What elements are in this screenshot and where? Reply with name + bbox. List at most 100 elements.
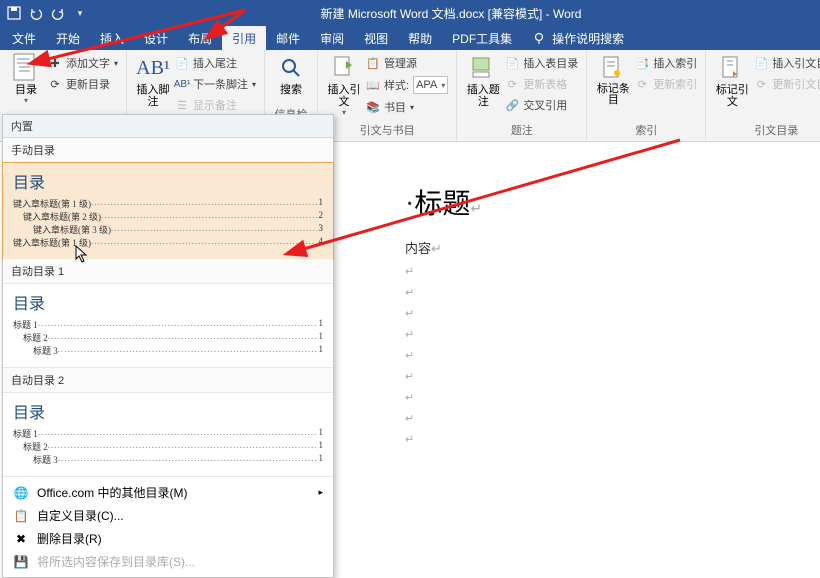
style-icon: 📖 bbox=[366, 78, 380, 92]
paragraph-mark: ↵ bbox=[405, 391, 725, 404]
citation-icon bbox=[330, 54, 358, 82]
office-icon: 🌐 bbox=[13, 485, 29, 501]
dd-save-gallery: 💾将所选内容保存到目录库(S)... bbox=[3, 550, 333, 573]
next-footnote-icon: AB¹ bbox=[175, 77, 189, 91]
qat-dropdown-icon[interactable]: ▾ bbox=[72, 5, 88, 21]
toc-button[interactable]: 目录 ▾ bbox=[6, 52, 46, 105]
show-notes-button[interactable]: ☰显示备注 bbox=[173, 96, 258, 114]
document-body[interactable]: 内容↵ bbox=[405, 238, 725, 257]
dd-custom-toc[interactable]: 📋自定义目录(C)... bbox=[3, 504, 333, 527]
undo-icon[interactable] bbox=[28, 5, 44, 21]
tab-layout[interactable]: 布局 bbox=[178, 26, 222, 50]
chevron-down-icon: ▾ bbox=[24, 96, 28, 105]
toc-preview-auto1[interactable]: 目录 标题 1.................................… bbox=[3, 284, 333, 368]
paragraph-mark: ↵ bbox=[405, 328, 725, 341]
show-notes-icon: ☰ bbox=[175, 98, 189, 112]
paragraph-mark: ↵ bbox=[405, 307, 725, 320]
crossref-button[interactable]: 🔗交叉引用 bbox=[503, 96, 580, 114]
group-citations-label: 引文与书目 bbox=[324, 120, 450, 141]
tab-mailings[interactable]: 邮件 bbox=[266, 26, 310, 50]
toc-preview-line: 标题 3....................................… bbox=[13, 344, 323, 357]
search-icon bbox=[277, 54, 305, 82]
toc-button-label: 目录 bbox=[15, 84, 37, 96]
tab-insert[interactable]: 插入 bbox=[90, 26, 134, 50]
bibliography-button[interactable]: 📚书目 ▾ bbox=[364, 98, 450, 116]
tab-pdftools[interactable]: PDF工具集 bbox=[442, 26, 522, 50]
add-text-button[interactable]: ✚添加文字 ▾ bbox=[46, 54, 120, 72]
toc-preview-line: 键入章标题(第 1 级)............................… bbox=[13, 197, 323, 210]
quick-access-toolbar: ▾ bbox=[6, 5, 88, 21]
dd-section-auto2: 自动目录 2 bbox=[3, 368, 333, 393]
mark-entry-label: 标记条目 bbox=[593, 84, 633, 106]
biblio-icon: 📚 bbox=[366, 100, 380, 114]
update-authorities-button[interactable]: ⟳更新引文目录 bbox=[752, 75, 820, 93]
insert-citation-label: 插入引文 bbox=[324, 84, 364, 108]
group-citations: 插入引文 ▾ 📋管理源 📖 样式: APA▾ 📚书目 ▾ 引文与书目 bbox=[318, 50, 457, 141]
ribbon-tabs: 文件 开始 插入 设计 布局 引用 邮件 审阅 视图 帮助 PDF工具集 操作说… bbox=[0, 26, 820, 50]
insert-citation-button[interactable]: 插入引文 ▾ bbox=[324, 52, 364, 117]
update-index-button[interactable]: ⟳更新索引 bbox=[633, 75, 699, 93]
document-area[interactable]: ·标题↵ 内容↵ ↵ ↵ ↵ ↵ ↵ ↵ ↵ ↵ ↵ bbox=[335, 142, 820, 525]
dd-remove-toc[interactable]: ✖删除目录(R) bbox=[3, 527, 333, 550]
paragraph-mark: ↵ bbox=[405, 412, 725, 425]
endnote-icon: 📄 bbox=[175, 56, 189, 70]
toc-preview-manual[interactable]: 目录 键入章标题(第 1 级).........................… bbox=[2, 162, 334, 260]
toc-preview-title: 目录 bbox=[13, 290, 323, 314]
tab-help[interactable]: 帮助 bbox=[398, 26, 442, 50]
toc-preview-auto2[interactable]: 目录 标题 1.................................… bbox=[3, 393, 333, 477]
dd-menu: 🌐Office.com 中的其他目录(M)▸ 📋自定义目录(C)... ✖删除目… bbox=[3, 477, 333, 577]
mark-citation-button[interactable]: 标记引文 bbox=[712, 52, 752, 108]
tab-view[interactable]: 视图 bbox=[354, 26, 398, 50]
group-captions: 插入题注 📄插入表目录 ⟳更新表格 🔗交叉引用 题注 bbox=[457, 50, 587, 141]
toc-preview-line: 标题 1....................................… bbox=[13, 427, 323, 440]
tell-me-label: 操作说明搜索 bbox=[552, 30, 624, 47]
insert-endnote-button[interactable]: 📄插入尾注 bbox=[173, 54, 258, 72]
insert-authorities-button[interactable]: 📄插入引文目录 bbox=[752, 54, 820, 72]
dd-section-manual: 手动目录 bbox=[3, 138, 333, 163]
toc-preview-line: 标题 1....................................… bbox=[13, 318, 323, 331]
add-text-icon: ✚ bbox=[48, 56, 62, 70]
update-toc-button[interactable]: ⟳更新目录 bbox=[46, 75, 120, 93]
toc-icon bbox=[12, 54, 40, 82]
next-footnote-button[interactable]: AB¹下一条脚注 ▾ bbox=[173, 75, 258, 93]
save-gallery-icon: 💾 bbox=[13, 554, 29, 570]
tab-file[interactable]: 文件 bbox=[2, 26, 46, 50]
mark-citation-label: 标记引文 bbox=[712, 84, 752, 108]
mark-entry-button[interactable]: 标记条目 bbox=[593, 52, 633, 106]
citation-style-dropdown[interactable]: 📖 样式: APA▾ bbox=[364, 75, 450, 95]
update-index-icon: ⟳ bbox=[635, 77, 649, 91]
document-heading[interactable]: ·标题↵ bbox=[405, 182, 725, 222]
update-table-button[interactable]: ⟳更新表格 bbox=[503, 75, 580, 93]
tab-design[interactable]: 设计 bbox=[134, 26, 178, 50]
insert-caption-button[interactable]: 插入题注 bbox=[463, 52, 503, 108]
update-table-icon: ⟳ bbox=[505, 77, 519, 91]
insert-footnote-label: 插入脚注 bbox=[133, 84, 173, 108]
paragraph-mark: ↵ bbox=[405, 349, 725, 362]
insert-footnote-button[interactable]: AB¹ 插入脚注 bbox=[133, 52, 173, 108]
update-icon: ⟳ bbox=[48, 77, 62, 91]
footnote-icon: AB¹ bbox=[139, 54, 167, 82]
save-icon[interactable] bbox=[6, 5, 22, 21]
toc-preview-line: 键入章标题(第 3 级)............................… bbox=[13, 223, 323, 236]
tell-me[interactable]: 操作说明搜索 bbox=[522, 26, 634, 50]
tab-home[interactable]: 开始 bbox=[46, 26, 90, 50]
manage-icon: 📋 bbox=[366, 56, 380, 70]
group-index: 标记条目 📑插入索引 ⟳更新索引 索引 bbox=[587, 50, 706, 141]
redo-icon[interactable] bbox=[50, 5, 66, 21]
document-page[interactable]: ·标题↵ 内容↵ ↵ ↵ ↵ ↵ ↵ ↵ ↵ ↵ ↵ bbox=[355, 152, 775, 476]
style-select[interactable]: APA▾ bbox=[413, 76, 448, 94]
toc-preview-title: 目录 bbox=[13, 169, 323, 193]
dd-office-more[interactable]: 🌐Office.com 中的其他目录(M)▸ bbox=[3, 481, 333, 504]
manage-sources-button[interactable]: 📋管理源 bbox=[364, 54, 450, 72]
title-bar: ▾ 新建 Microsoft Word 文档.docx [兼容模式] - Wor… bbox=[0, 0, 820, 26]
insert-index-button[interactable]: 📑插入索引 bbox=[633, 54, 699, 72]
insert-caption-label: 插入题注 bbox=[463, 84, 503, 108]
search-label: 搜索 bbox=[280, 84, 302, 96]
window-title: 新建 Microsoft Word 文档.docx [兼容模式] - Word bbox=[88, 5, 814, 22]
tab-references[interactable]: 引用 bbox=[222, 26, 266, 50]
paragraph-mark: ↵ bbox=[405, 433, 725, 446]
caption-icon bbox=[469, 54, 497, 82]
search-button[interactable]: 搜索 bbox=[271, 52, 311, 96]
insert-table-fig-button[interactable]: 📄插入表目录 bbox=[503, 54, 580, 72]
tab-review[interactable]: 审阅 bbox=[310, 26, 354, 50]
